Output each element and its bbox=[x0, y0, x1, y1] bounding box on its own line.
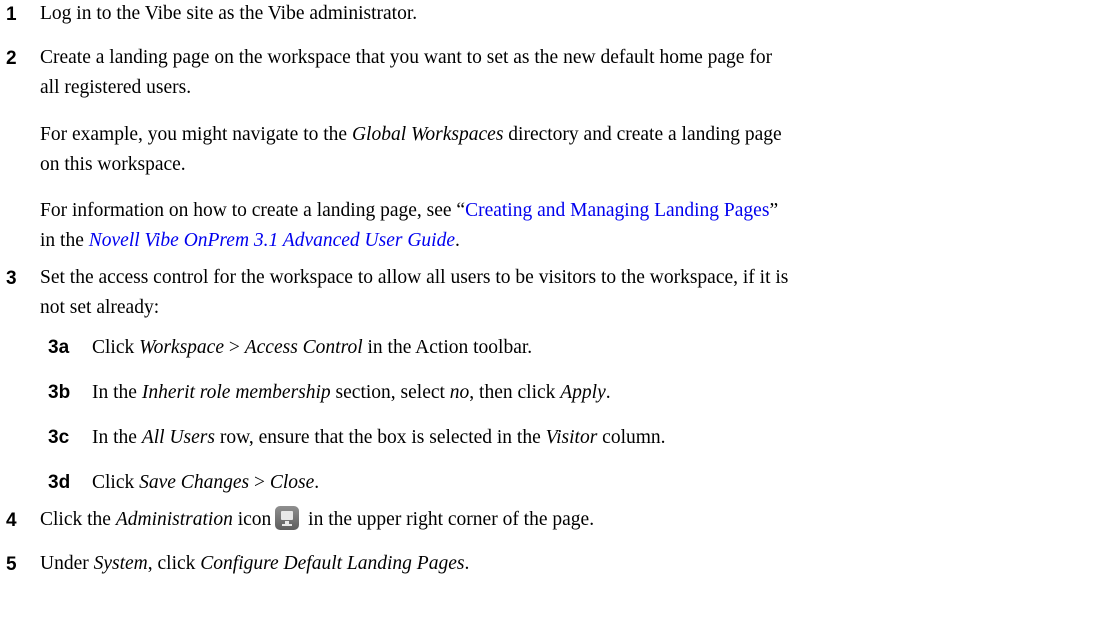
step-text-line-2: all registered users. bbox=[40, 77, 192, 98]
substep-text: In the Inherit role membership section, … bbox=[92, 382, 611, 403]
step-number: 3 bbox=[6, 268, 17, 289]
step-text: Log in to the Vibe site as the Vibe admi… bbox=[40, 3, 418, 24]
example-paragraph-line-1: For example, you might navigate to the G… bbox=[40, 120, 782, 150]
info-text: For information on how to create a landi… bbox=[40, 200, 466, 221]
substep-text: In the All Users row, ensure that the bo… bbox=[92, 427, 666, 448]
step-text: Under System, click Configure Default La… bbox=[40, 553, 470, 574]
example-paragraph-line-2: on this workspace. bbox=[40, 154, 186, 175]
monitor-icon bbox=[275, 506, 300, 530]
step-number: 2 bbox=[6, 48, 17, 69]
substep-number: 3a bbox=[48, 337, 70, 358]
substep-text: Click Workspace > Access Control in the … bbox=[92, 337, 533, 358]
step-number: 1 bbox=[6, 4, 17, 25]
step-text: Click the Administration icon in the upp… bbox=[40, 505, 594, 535]
example-text: directory and create a landing page bbox=[503, 124, 782, 145]
global-workspaces-label: Global Workspaces bbox=[351, 124, 504, 145]
info-text: . bbox=[455, 230, 460, 251]
info-paragraph-line-2: in the Novell Vibe OnPrem 3.1 Advanced U… bbox=[40, 226, 460, 256]
substep-number: 3d bbox=[48, 472, 71, 493]
info-paragraph-line-1: For information on how to create a landi… bbox=[40, 196, 778, 226]
step-number: 5 bbox=[6, 554, 17, 575]
example-text: For example, you might navigate to the bbox=[40, 124, 352, 145]
substep-text: Click Save Changes > Close. bbox=[92, 472, 320, 493]
step-text-line-1: Set the access control for the workspace… bbox=[40, 267, 789, 288]
advanced-user-guide-link[interactable]: Novell Vibe OnPrem 3.1 Advanced User Gui… bbox=[89, 230, 455, 251]
substep-number: 3c bbox=[48, 427, 70, 448]
info-text: ” bbox=[769, 200, 779, 221]
substep-number: 3b bbox=[48, 382, 71, 403]
info-text: in the bbox=[40, 230, 89, 251]
step-text-line-1: Create a landing page on the workspace t… bbox=[40, 47, 773, 68]
step-number: 4 bbox=[6, 510, 17, 531]
landing-pages-link[interactable]: Creating and Managing Landing Pages bbox=[465, 200, 769, 221]
step-text-line-2: not set already: bbox=[40, 297, 160, 318]
